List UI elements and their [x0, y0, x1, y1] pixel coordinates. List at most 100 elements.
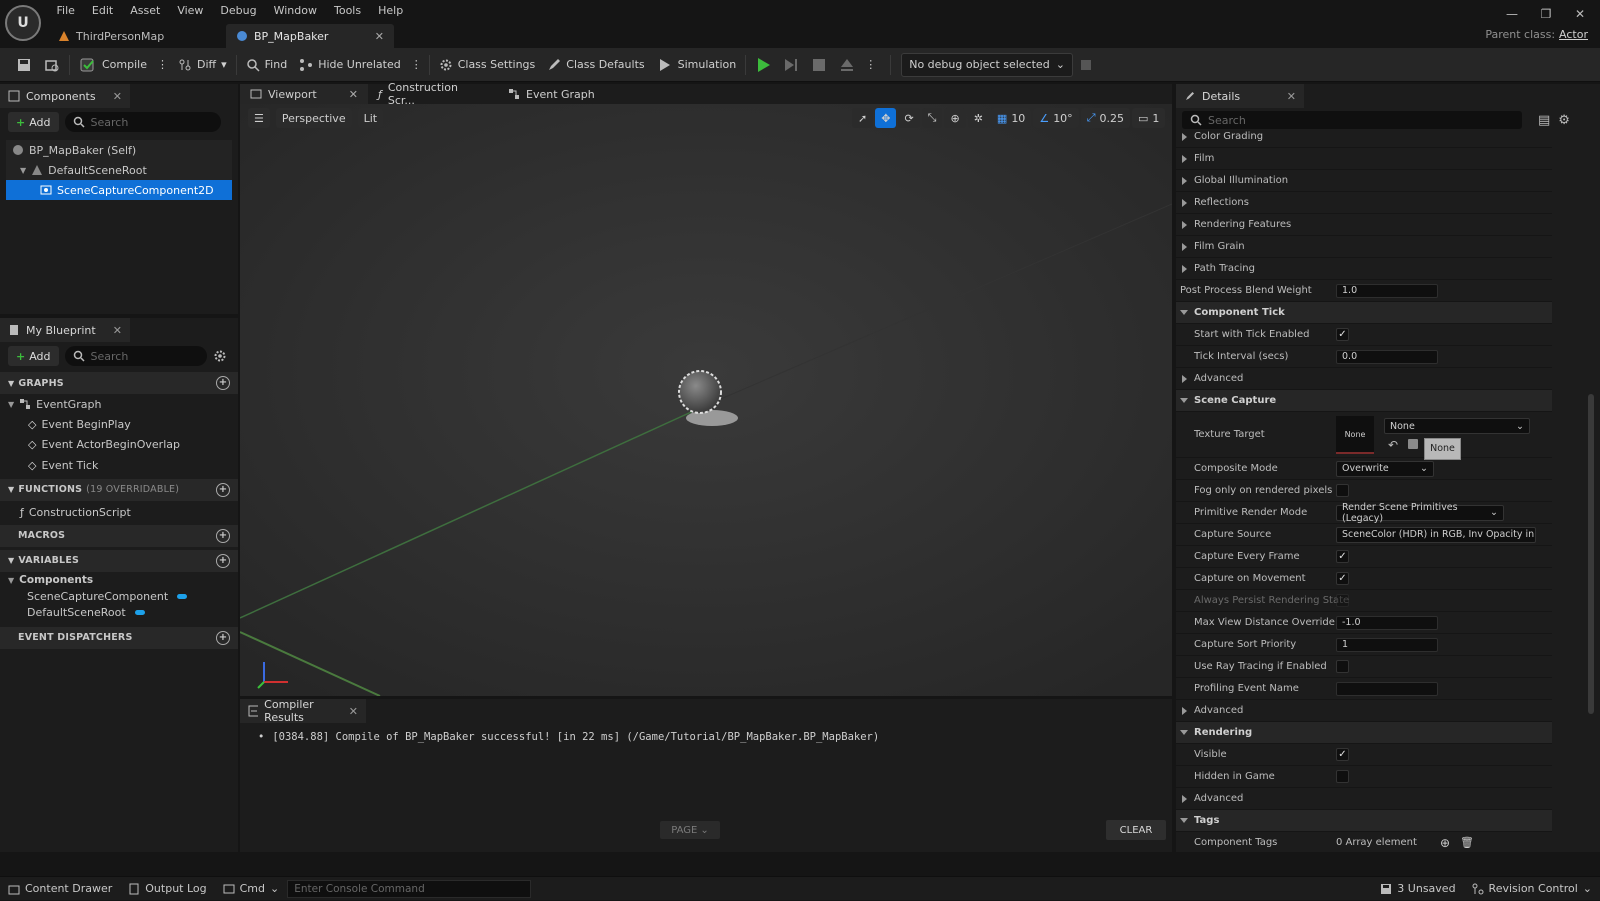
lit-button[interactable]: Lit: [357, 108, 384, 128]
details-tab[interactable]: Details ✕: [1176, 84, 1304, 108]
menu-view[interactable]: View: [169, 2, 212, 20]
always-persist-checkbox[interactable]: [1336, 594, 1349, 607]
trash-icon[interactable]: 🗑: [1460, 836, 1474, 849]
event-dispatchers-section-header[interactable]: EVENT DISPATCHERS +: [0, 626, 238, 649]
functions-section-header[interactable]: ▼ FUNCTIONS (19 OVERRIDABLE) +: [0, 478, 238, 501]
row-film[interactable]: Film: [1176, 148, 1552, 170]
play-button[interactable]: [749, 52, 777, 78]
cmd-button[interactable]: Cmd ⌄: [215, 877, 288, 901]
doc-tab-thirdpersonmap[interactable]: ThirdPersonMap: [48, 24, 226, 48]
debug-select-actor-button[interactable]: [1073, 52, 1099, 78]
reset-arrow-icon[interactable]: ↶: [1388, 438, 1398, 452]
tick-interval-input[interactable]: 0.0: [1336, 349, 1438, 364]
event-graph-item[interactable]: ▼ EventGraph: [0, 394, 238, 414]
diff-button[interactable]: Diff ▾: [172, 52, 233, 78]
clear-button[interactable]: CLEAR: [1106, 820, 1166, 840]
components-tab[interactable]: Components ✕: [0, 84, 130, 108]
rotation-snap-button[interactable]: ∠ 10°: [1033, 108, 1079, 128]
translate-mode-button[interactable]: ✥: [875, 108, 897, 128]
details-scrollbar[interactable]: [1588, 394, 1594, 714]
add-graph-icon[interactable]: +: [216, 376, 230, 390]
doc-tab-bp-mapbaker[interactable]: BP_MapBaker ✕: [226, 24, 394, 48]
add-function-icon[interactable]: +: [216, 482, 230, 497]
step-button[interactable]: [777, 52, 805, 78]
simulation-button[interactable]: Simulation: [651, 52, 743, 78]
tab-construction-script[interactable]: ƒ Construction Scr...: [368, 81, 498, 107]
hidden-in-game-checkbox[interactable]: [1336, 770, 1349, 783]
revision-control-button[interactable]: Revision Control ⌄: [1464, 877, 1600, 901]
parent-class-link[interactable]: Actor: [1559, 28, 1588, 41]
composite-mode-combo[interactable]: Overwrite ⌄: [1336, 460, 1434, 477]
function-item[interactable]: ƒ ConstructionScript: [0, 501, 238, 525]
texture-thumbnail[interactable]: None: [1336, 416, 1374, 454]
settings-gear-icon[interactable]: [213, 349, 227, 363]
content-drawer-button[interactable]: Content Drawer: [0, 877, 120, 901]
variable-item[interactable]: DefaultSceneRoot: [0, 605, 238, 621]
close-icon[interactable]: ✕: [1287, 90, 1296, 103]
variables-group-components[interactable]: ▼ Components: [0, 572, 238, 589]
menu-tools[interactable]: Tools: [325, 2, 369, 20]
stop-button[interactable]: [805, 52, 833, 78]
debug-object-select[interactable]: No debug object selected ⌄: [901, 52, 1073, 77]
components-search-input[interactable]: Search: [64, 112, 221, 132]
close-window-icon[interactable]: ✕: [1572, 6, 1588, 22]
browse-button[interactable]: [38, 52, 66, 78]
add-macro-icon[interactable]: +: [216, 528, 230, 543]
restore-icon[interactable]: ❐: [1538, 6, 1554, 22]
menu-window[interactable]: Window: [265, 2, 325, 20]
start-with-tick-checkbox[interactable]: ✓: [1336, 328, 1349, 341]
grid-snap-button[interactable]: ▦ 10: [990, 108, 1032, 128]
compile-options-icon[interactable]: ⋮: [153, 52, 172, 78]
page-button[interactable]: PAGE ⌄: [660, 821, 720, 839]
unsaved-button[interactable]: 3 Unsaved: [1372, 877, 1463, 901]
unreal-logo-icon[interactable]: U: [5, 5, 41, 41]
add-component-button[interactable]: + Add: [8, 112, 59, 132]
close-icon[interactable]: ✕: [375, 30, 384, 43]
row-film-grain[interactable]: Film Grain: [1176, 236, 1552, 258]
graphs-section-header[interactable]: ▼ GRAPHS +: [0, 372, 238, 394]
viewport-options-button[interactable]: ☰: [248, 108, 270, 128]
use-ray-tracing-checkbox[interactable]: [1336, 660, 1349, 673]
profiling-event-name-input[interactable]: [1336, 681, 1438, 696]
surface-snap-button[interactable]: ✲: [967, 108, 989, 128]
event-item[interactable]: ◇ Event Tick: [0, 455, 238, 476]
fog-only-checkbox[interactable]: [1336, 484, 1349, 497]
capture-every-frame-checkbox[interactable]: ✓: [1336, 550, 1349, 563]
row-advanced-capture[interactable]: Advanced: [1176, 700, 1552, 722]
row-advanced-tick[interactable]: Advanced: [1176, 368, 1552, 390]
my-blueprint-search-input[interactable]: Search: [64, 346, 207, 366]
menu-help[interactable]: Help: [370, 2, 412, 20]
console-command-input[interactable]: Enter Console Command: [287, 879, 532, 898]
macros-section-header[interactable]: MACROS +: [0, 524, 238, 547]
row-advanced-rendering[interactable]: Advanced: [1176, 788, 1552, 810]
save-button[interactable]: [10, 52, 38, 78]
category-scene-capture[interactable]: Scene Capture: [1176, 390, 1552, 412]
browse-folder-icon[interactable]: [1408, 439, 1418, 449]
category-tags[interactable]: Tags: [1176, 810, 1552, 832]
close-icon[interactable]: ✕: [113, 324, 122, 337]
variables-section-header[interactable]: ▼ VARIABLES +: [0, 549, 238, 572]
scale-mode-button[interactable]: ⤡: [921, 108, 943, 128]
max-view-distance-input[interactable]: -1.0: [1336, 615, 1438, 630]
select-mode-button[interactable]: ➚: [852, 108, 874, 128]
find-button[interactable]: Find: [240, 52, 294, 78]
close-icon[interactable]: ✕: [113, 90, 122, 103]
row-reflections[interactable]: Reflections: [1176, 192, 1552, 214]
add-variable-icon[interactable]: +: [216, 553, 230, 568]
visible-checkbox[interactable]: ✓: [1336, 748, 1349, 761]
variable-item[interactable]: SceneCaptureComponent: [0, 589, 238, 605]
close-icon[interactable]: ✕: [349, 705, 358, 718]
scale-snap-button[interactable]: ⤢ 0.25: [1080, 108, 1130, 128]
add-member-button[interactable]: + Add: [8, 346, 59, 366]
row-color-grading[interactable]: Color Grading: [1176, 130, 1552, 148]
minimize-icon[interactable]: —: [1504, 6, 1520, 22]
class-settings-button[interactable]: Class Settings: [433, 52, 542, 78]
row-rendering-features[interactable]: Rendering Features: [1176, 214, 1552, 236]
output-log-button[interactable]: Output Log: [120, 877, 214, 901]
primitive-render-mode-combo[interactable]: Render Scene Primitives (Legacy) ⌄: [1336, 502, 1504, 524]
hide-unrelated-button[interactable]: Hide Unrelated: [293, 52, 407, 78]
compiler-results-tab[interactable]: Compiler Results ✕: [240, 698, 366, 724]
blend-weight-input[interactable]: 1.0: [1336, 283, 1438, 298]
category-component-tick[interactable]: Component Tick: [1176, 302, 1552, 324]
event-item[interactable]: ◇ Event ActorBeginOverlap: [0, 435, 238, 456]
